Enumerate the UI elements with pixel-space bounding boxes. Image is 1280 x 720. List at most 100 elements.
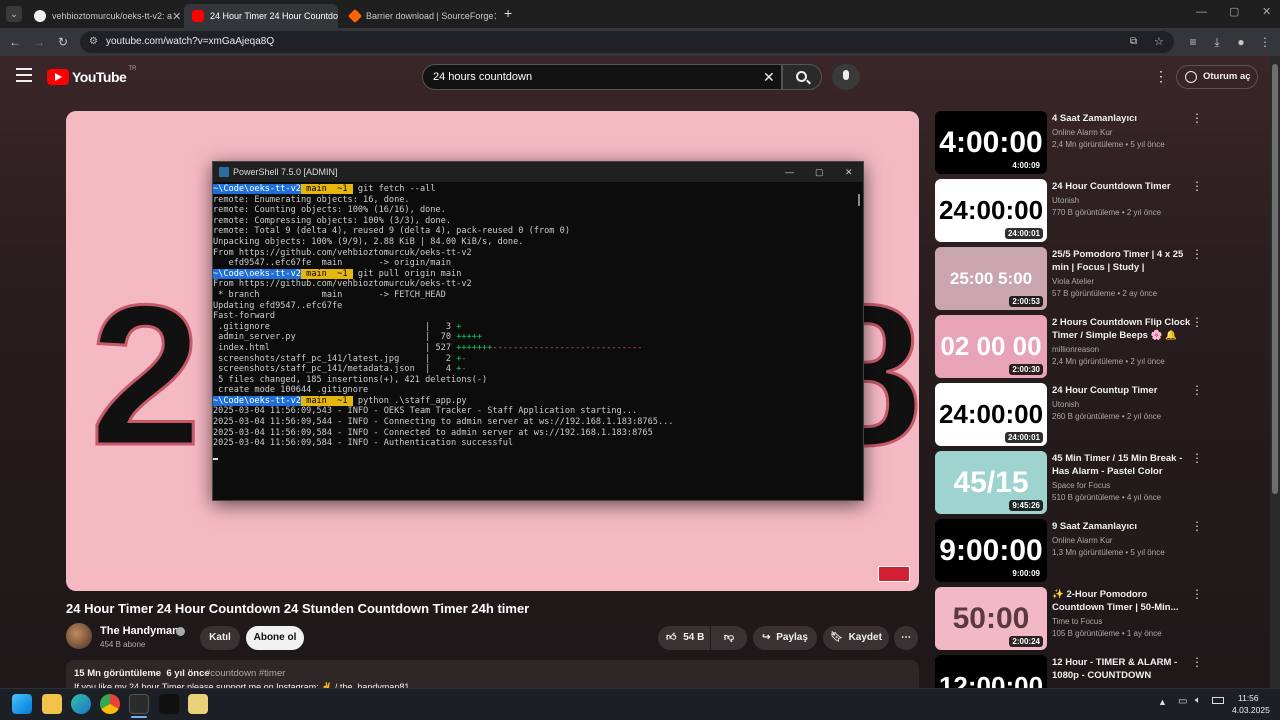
recommendation-card[interactable]: 50:00 2:00:24 ✨ 2-Hour Pomodoro Countdown … bbox=[935, 587, 1255, 651]
more-options-icon[interactable]: ⋮ bbox=[1191, 655, 1203, 669]
search-input[interactable]: 24 hours countdown ✕ bbox=[422, 64, 782, 90]
recommendation-title[interactable]: 24 Hour Countdown Timer bbox=[1052, 180, 1192, 193]
terminal-maximize-icon[interactable]: ▢ bbox=[815, 162, 824, 182]
media-queue-icon[interactable]: ≡ bbox=[1184, 33, 1202, 51]
scrollbar-thumb[interactable] bbox=[1272, 64, 1278, 494]
terminal-scrollbar[interactable] bbox=[858, 194, 860, 206]
close-window-icon[interactable]: ✕ bbox=[1262, 5, 1271, 18]
download-icon[interactable]: ⤓ bbox=[1208, 33, 1226, 51]
like-button[interactable]: 👍︎ 54 B bbox=[658, 626, 710, 650]
file-explorer-icon[interactable] bbox=[42, 694, 62, 714]
voice-search-button[interactable] bbox=[832, 64, 860, 90]
video-thumbnail[interactable]: 4:00:00 4:00:09 bbox=[935, 111, 1047, 174]
recommendation-card[interactable]: 9:00:00 9:00:09 9 Saat Zamanlayıcı Online A… bbox=[935, 519, 1255, 583]
settings-kebab-icon[interactable]: ⋮ bbox=[1154, 68, 1168, 85]
chrome-icon[interactable] bbox=[100, 694, 120, 714]
forward-icon[interactable]: → bbox=[30, 33, 48, 51]
video-thumbnail[interactable]: 24:00:00 24:00:01 bbox=[935, 179, 1047, 242]
recommendation-title[interactable]: 25/5 Pomodoro Timer | 4 x 25 min | Focus… bbox=[1052, 248, 1192, 274]
recommendation-channel[interactable]: Utonish bbox=[1052, 196, 1079, 205]
more-options-icon[interactable]: ⋮ bbox=[1191, 451, 1203, 465]
recommendation-title[interactable]: 45 Min Timer / 15 Min Break - Has Alarm … bbox=[1052, 452, 1192, 478]
recommendation-title[interactable]: 9 Saat Zamanlayıcı bbox=[1052, 520, 1192, 533]
tray-chevron-icon[interactable]: ▲ bbox=[1158, 697, 1167, 707]
hashtags[interactable]: #countdown #timer bbox=[205, 668, 285, 679]
channel-name[interactable]: The Handyman bbox=[100, 625, 179, 637]
more-options-icon[interactable]: ⋮ bbox=[1191, 315, 1203, 329]
recommendation-title[interactable]: 2 Hours Countdown Flip Clock Timer / Sim… bbox=[1052, 316, 1192, 342]
search-button[interactable] bbox=[782, 64, 822, 90]
reload-icon[interactable]: ↻ bbox=[54, 33, 72, 51]
recommendation-card[interactable]: 24:00:00 24:00:01 24 Hour Countup Timer Uto… bbox=[935, 383, 1255, 447]
new-tab-button[interactable]: + bbox=[504, 5, 512, 21]
more-options-icon[interactable]: ⋮ bbox=[1191, 111, 1203, 125]
terminal-close-icon[interactable]: ✕ bbox=[845, 162, 853, 182]
recommendation-title[interactable]: 24 Hour Countup Timer bbox=[1052, 384, 1192, 397]
edge-icon[interactable] bbox=[71, 694, 91, 714]
clock-time[interactable]: 11:56 bbox=[1238, 693, 1259, 703]
menu-kebab-icon[interactable]: ⋮ bbox=[1256, 33, 1274, 51]
profile-icon[interactable]: ● bbox=[1232, 33, 1250, 51]
notepad-icon[interactable] bbox=[188, 694, 208, 714]
more-actions-button[interactable]: ⋯ bbox=[894, 626, 918, 650]
address-bar[interactable]: ⚙ youtube.com/watch?v=xmGaAjeqa8Q ⧉ ☆ bbox=[80, 31, 1174, 53]
battery-icon[interactable] bbox=[1212, 697, 1224, 704]
browser-tab[interactable]: vehbioztomurcuk/oeks-tt-v2: a ✕ bbox=[26, 4, 180, 28]
video-thumbnail[interactable]: 50:00 2:00:24 bbox=[935, 587, 1047, 650]
recommendation-channel[interactable]: Space for Focus bbox=[1052, 481, 1110, 490]
app-taskbar-icon[interactable] bbox=[159, 694, 179, 714]
terminal-output[interactable]: ~\Code\oeks-tt-v2 main ~1 git fetch --al… bbox=[213, 184, 853, 494]
terminal-taskbar-icon[interactable] bbox=[129, 694, 149, 714]
recommendation-channel[interactable]: millionreason bbox=[1052, 345, 1099, 354]
maximize-icon[interactable]: ▢ bbox=[1229, 5, 1239, 18]
recommendation-card[interactable]: 12:00:00 12 Hour - TIMER & ALARM - 1080p … bbox=[935, 655, 1255, 718]
subscribe-button[interactable]: Abone ol bbox=[246, 626, 304, 650]
terminal-minimize-icon[interactable]: — bbox=[785, 162, 794, 182]
windows-start-icon[interactable] bbox=[12, 694, 32, 714]
network-icon[interactable]: ▭ bbox=[1178, 696, 1187, 707]
more-options-icon[interactable]: ⋮ bbox=[1191, 247, 1203, 261]
sign-in-button[interactable]: Oturum aç bbox=[1176, 65, 1258, 89]
close-icon[interactable]: ✕ bbox=[172, 10, 180, 23]
clock-date[interactable]: 4.03.2025 bbox=[1232, 705, 1270, 715]
recommendation-channel[interactable]: Online Alarm Kur bbox=[1052, 128, 1112, 137]
clear-search-icon[interactable]: ✕ bbox=[763, 65, 775, 89]
hamburger-menu-icon[interactable] bbox=[16, 68, 32, 82]
recommendation-card[interactable]: 4:00:00 4:00:09 4 Saat Zamanlayıcı Online A… bbox=[935, 111, 1255, 175]
tab-search-icon[interactable]: ⌄ bbox=[6, 6, 22, 22]
video-thumbnail[interactable]: 24:00:00 24:00:01 bbox=[935, 383, 1047, 446]
volume-icon[interactable]: 🔈︎ bbox=[1195, 695, 1201, 706]
install-icon[interactable]: ⧉ bbox=[1130, 31, 1137, 53]
close-icon[interactable]: ✕ bbox=[493, 10, 496, 23]
channel-avatar[interactable] bbox=[66, 623, 92, 649]
recommendation-title[interactable]: 12 Hour - TIMER & ALARM - 1080p - COUNTD… bbox=[1052, 656, 1192, 682]
recommendation-channel[interactable]: Time to Focus bbox=[1052, 617, 1102, 626]
browser-tab[interactable]: Barrier download | SourceForge ✕ bbox=[342, 4, 496, 28]
minimize-icon[interactable]: — bbox=[1196, 6, 1207, 18]
powershell-window[interactable]: PowerShell 7.5.0 [ADMIN] — ▢ ✕ ~\Code\oe… bbox=[212, 161, 864, 501]
back-icon[interactable]: ← bbox=[6, 33, 24, 51]
recommendation-title[interactable]: 4 Saat Zamanlayıcı bbox=[1052, 112, 1192, 125]
video-thumbnail[interactable]: 02 00 00 2:00:30 bbox=[935, 315, 1047, 378]
recommendation-channel[interactable]: Viola Atelier bbox=[1052, 277, 1094, 286]
recommendation-card[interactable]: 24:00:00 24:00:01 24 Hour Countdown Timer U… bbox=[935, 179, 1255, 243]
browser-tab-active[interactable]: 24 Hour Timer 24 Hour Countdo ✕ bbox=[184, 4, 338, 28]
channel-watermark-icon[interactable] bbox=[878, 566, 910, 582]
share-button[interactable]: ↪ Paylaş bbox=[753, 626, 817, 650]
more-options-icon[interactable]: ⋮ bbox=[1191, 179, 1203, 193]
recommendation-card[interactable]: 25:00 5:00 2:00:53 25/5 Pomodoro Timer | 4… bbox=[935, 247, 1255, 311]
bookmark-star-icon[interactable]: ☆ bbox=[1154, 31, 1164, 53]
more-options-icon[interactable]: ⋮ bbox=[1191, 587, 1203, 601]
join-button[interactable]: Katıl bbox=[200, 626, 240, 650]
more-options-icon[interactable]: ⋮ bbox=[1191, 383, 1203, 397]
video-thumbnail[interactable]: 25:00 5:00 2:00:53 bbox=[935, 247, 1047, 310]
dislike-button[interactable]: 👎︎ bbox=[711, 626, 747, 650]
recommendation-card[interactable]: 45/15 9:45:26 45 Min Timer / 15 Min Break … bbox=[935, 451, 1255, 515]
more-options-icon[interactable]: ⋮ bbox=[1191, 519, 1203, 533]
video-thumbnail[interactable]: 9:00:00 9:00:09 bbox=[935, 519, 1047, 582]
recommendation-card[interactable]: 02 00 00 2:00:30 2 Hours Countdown Flip Cl… bbox=[935, 315, 1255, 379]
youtube-logo[interactable]: YouTube TR bbox=[47, 66, 136, 86]
recommendation-title[interactable]: ✨ 2-Hour Pomodoro Countdown Timer | 50-M… bbox=[1052, 588, 1192, 614]
site-info-icon[interactable]: ⚙ bbox=[89, 31, 98, 53]
video-thumbnail[interactable]: 45/15 9:45:26 bbox=[935, 451, 1047, 514]
